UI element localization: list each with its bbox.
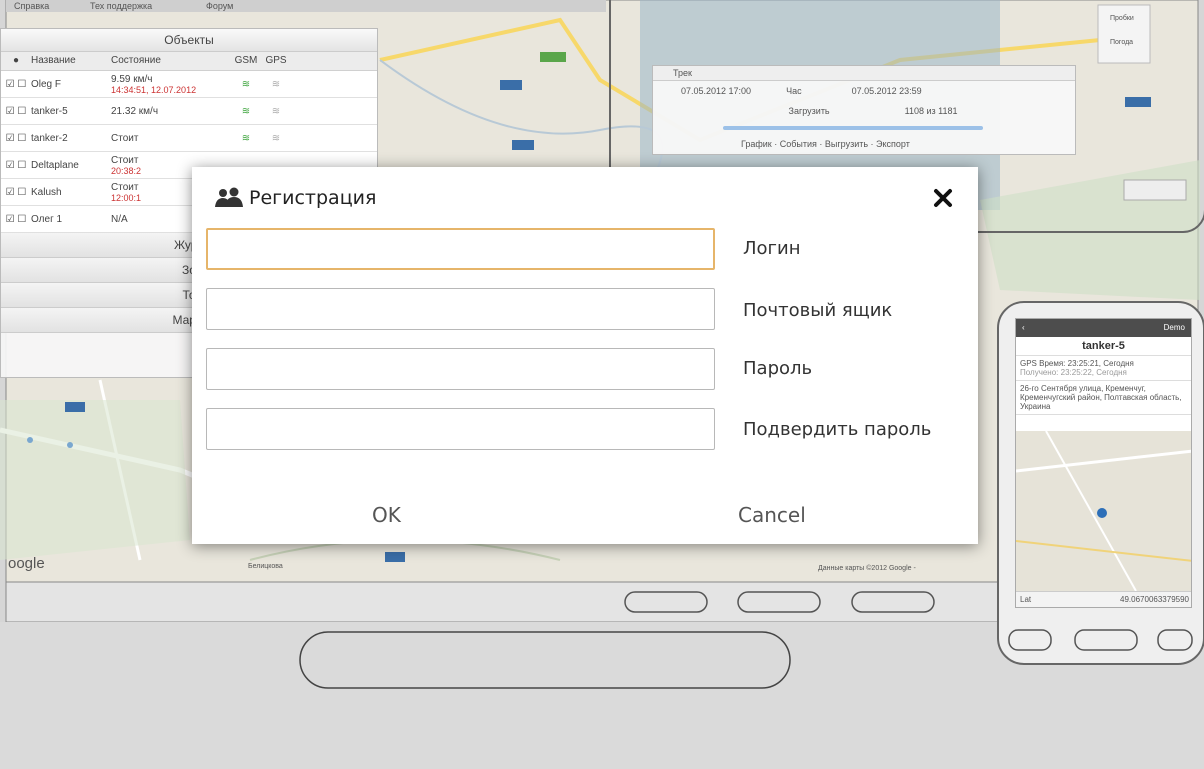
login-label: Логин <box>743 238 801 259</box>
col-name: Название <box>31 55 76 66</box>
gps-signal-icon: ≋ <box>271 78 281 90</box>
phone-map <box>1016 430 1191 592</box>
track-btn-events: События <box>779 139 817 149</box>
row-state: 9.59 км/ч 14:34:51, 12.07.2012 <box>111 74 231 95</box>
phone-footer-left: Lat <box>1020 595 1032 604</box>
svg-text:Пробки: Пробки <box>1110 14 1134 22</box>
phone-top-bar: ‹ Demo <box>1016 319 1191 337</box>
tracks-panel: Трек 07.05.2012 17:00 Час 07.05.2012 23:… <box>652 65 1076 155</box>
track-range: 1108 из 1181 <box>904 106 958 116</box>
track-btn-export: Экспорт <box>876 139 910 149</box>
checkbox-icon: ☑ ☐ <box>5 78 27 90</box>
map-marker-icon <box>1097 508 1107 518</box>
login-input[interactable] <box>206 228 715 270</box>
phone-received: Получено: 23:25:22, Сегодня <box>1020 368 1127 377</box>
table-row: ☑ ☐ tanker-5 21.32 км/ч ≋ ≋ <box>1 98 377 125</box>
gsm-signal-icon: ≋ <box>241 132 251 144</box>
row-name: Deltaplane <box>31 159 79 171</box>
phone-object-name: tanker-5 <box>1016 337 1191 356</box>
password-label: Пароль <box>743 358 813 379</box>
table-row: ☑ ☐ Oleg F 9.59 км/ч 14:34:51, 12.07.2012… <box>1 71 377 98</box>
svg-text:Погода: Погода <box>1110 39 1133 46</box>
password-input[interactable] <box>206 348 715 390</box>
phone-times: GPS Время: 23:25:21, Сегодня Получено: 2… <box>1016 356 1191 381</box>
track-progress <box>723 126 983 130</box>
gsm-signal-icon: ≋ <box>241 105 251 117</box>
objects-table-header: ● Название Состояние GSM GPS <box>1 52 377 71</box>
checkbox-icon: ☑ ☐ <box>5 186 27 198</box>
row-name: Oleg F <box>31 78 62 90</box>
track-btn-export-load: Выгрузить <box>824 139 869 149</box>
tracks-row-load: Загрузить 1108 из 1181 <box>653 101 1075 121</box>
phone-screen: ‹ Demo tanker-5 GPS Время: 23:25:21, Сег… <box>1015 318 1192 608</box>
track-upload: Загрузить <box>788 106 830 116</box>
gps-signal-icon: ≋ <box>271 105 281 117</box>
row-state-time: 14:34:51, 12.07.2012 <box>111 84 197 95</box>
cancel-button[interactable]: Cancel <box>738 499 806 531</box>
users-icon <box>215 187 243 207</box>
confirm-password-input[interactable] <box>206 408 715 450</box>
email-label: Почтовый ящик <box>743 300 893 321</box>
menu-help: Справка <box>14 1 49 11</box>
ok-button[interactable]: OK <box>372 499 401 531</box>
map-label: Белицкова <box>248 563 283 570</box>
registration-dialog: Регистрация Логин Почтовый ящик Пароль П… <box>192 167 978 544</box>
objects-panel-title: Объекты <box>1 29 377 52</box>
checkbox-icon: ☑ ☐ <box>5 213 27 225</box>
menu-forum: Форум <box>206 1 233 11</box>
row-state-text: Стоит <box>111 154 139 166</box>
tracks-row-dates: 07.05.2012 17:00 Час 07.05.2012 23:59 <box>653 81 1075 101</box>
header-eye-icon: ● <box>12 55 20 66</box>
table-row: ☑ ☐ tanker-2 Стоит ≋ ≋ <box>1 125 377 152</box>
track-to: 07.05.2012 23:59 <box>851 86 922 96</box>
row-name: Kalush <box>31 186 62 198</box>
row-state-speed: 9.59 км/ч <box>111 73 153 85</box>
google-logo: oogle <box>8 555 45 572</box>
col-state: Состояние <box>111 55 161 66</box>
checkbox-icon: ☑ ☐ <box>5 132 27 144</box>
tracks-row-buttons: График · События · Выгрузить · Экспорт <box>741 139 910 149</box>
back-arrow-icon: ‹ <box>1022 323 1025 332</box>
phone-gps-time: GPS Время: 23:25:21, Сегодня <box>1020 359 1134 368</box>
row-state: Стоит <box>111 132 139 144</box>
confirm-password-label: Подвердить пароль <box>743 419 932 440</box>
phone-demo-label: Demo <box>1163 323 1185 332</box>
track-btn-graph: График <box>741 139 772 149</box>
phone-address: 26-го Сентября улица, Кременчуг, Кременч… <box>1016 381 1191 415</box>
tracks-panel-title: Трек <box>653 66 1075 81</box>
col-gps: GPS <box>265 55 287 66</box>
phone-footer: Lat 49.0670063379590 <box>1016 591 1191 607</box>
dialog-title: Регистрация <box>214 187 376 209</box>
dialog-title-text: Регистрация <box>249 187 377 209</box>
phone-map-lines <box>1016 430 1191 592</box>
phone-footer-right: 49.0670063379590 <box>1120 595 1189 604</box>
row-name: tanker-2 <box>31 132 68 144</box>
col-gsm: GSM <box>234 55 258 66</box>
row-name: tanker-5 <box>31 105 68 117</box>
checkbox-icon: ☑ ☐ <box>5 105 27 117</box>
close-icon[interactable] <box>930 185 956 211</box>
menu-support: Тех поддержка <box>90 1 152 11</box>
map-copyright: Данные карты ©2012 Google - <box>818 564 916 572</box>
email-input[interactable] <box>206 288 715 330</box>
gsm-signal-icon: ≋ <box>241 78 251 90</box>
track-from: 07.05.2012 17:00 <box>681 86 752 96</box>
checkbox-icon: ☑ ☐ <box>5 159 27 171</box>
track-step: Час <box>786 86 802 96</box>
gps-signal-icon: ≋ <box>271 132 281 144</box>
row-state: 21.32 км/ч <box>111 105 159 117</box>
row-name: Олег 1 <box>31 213 63 225</box>
